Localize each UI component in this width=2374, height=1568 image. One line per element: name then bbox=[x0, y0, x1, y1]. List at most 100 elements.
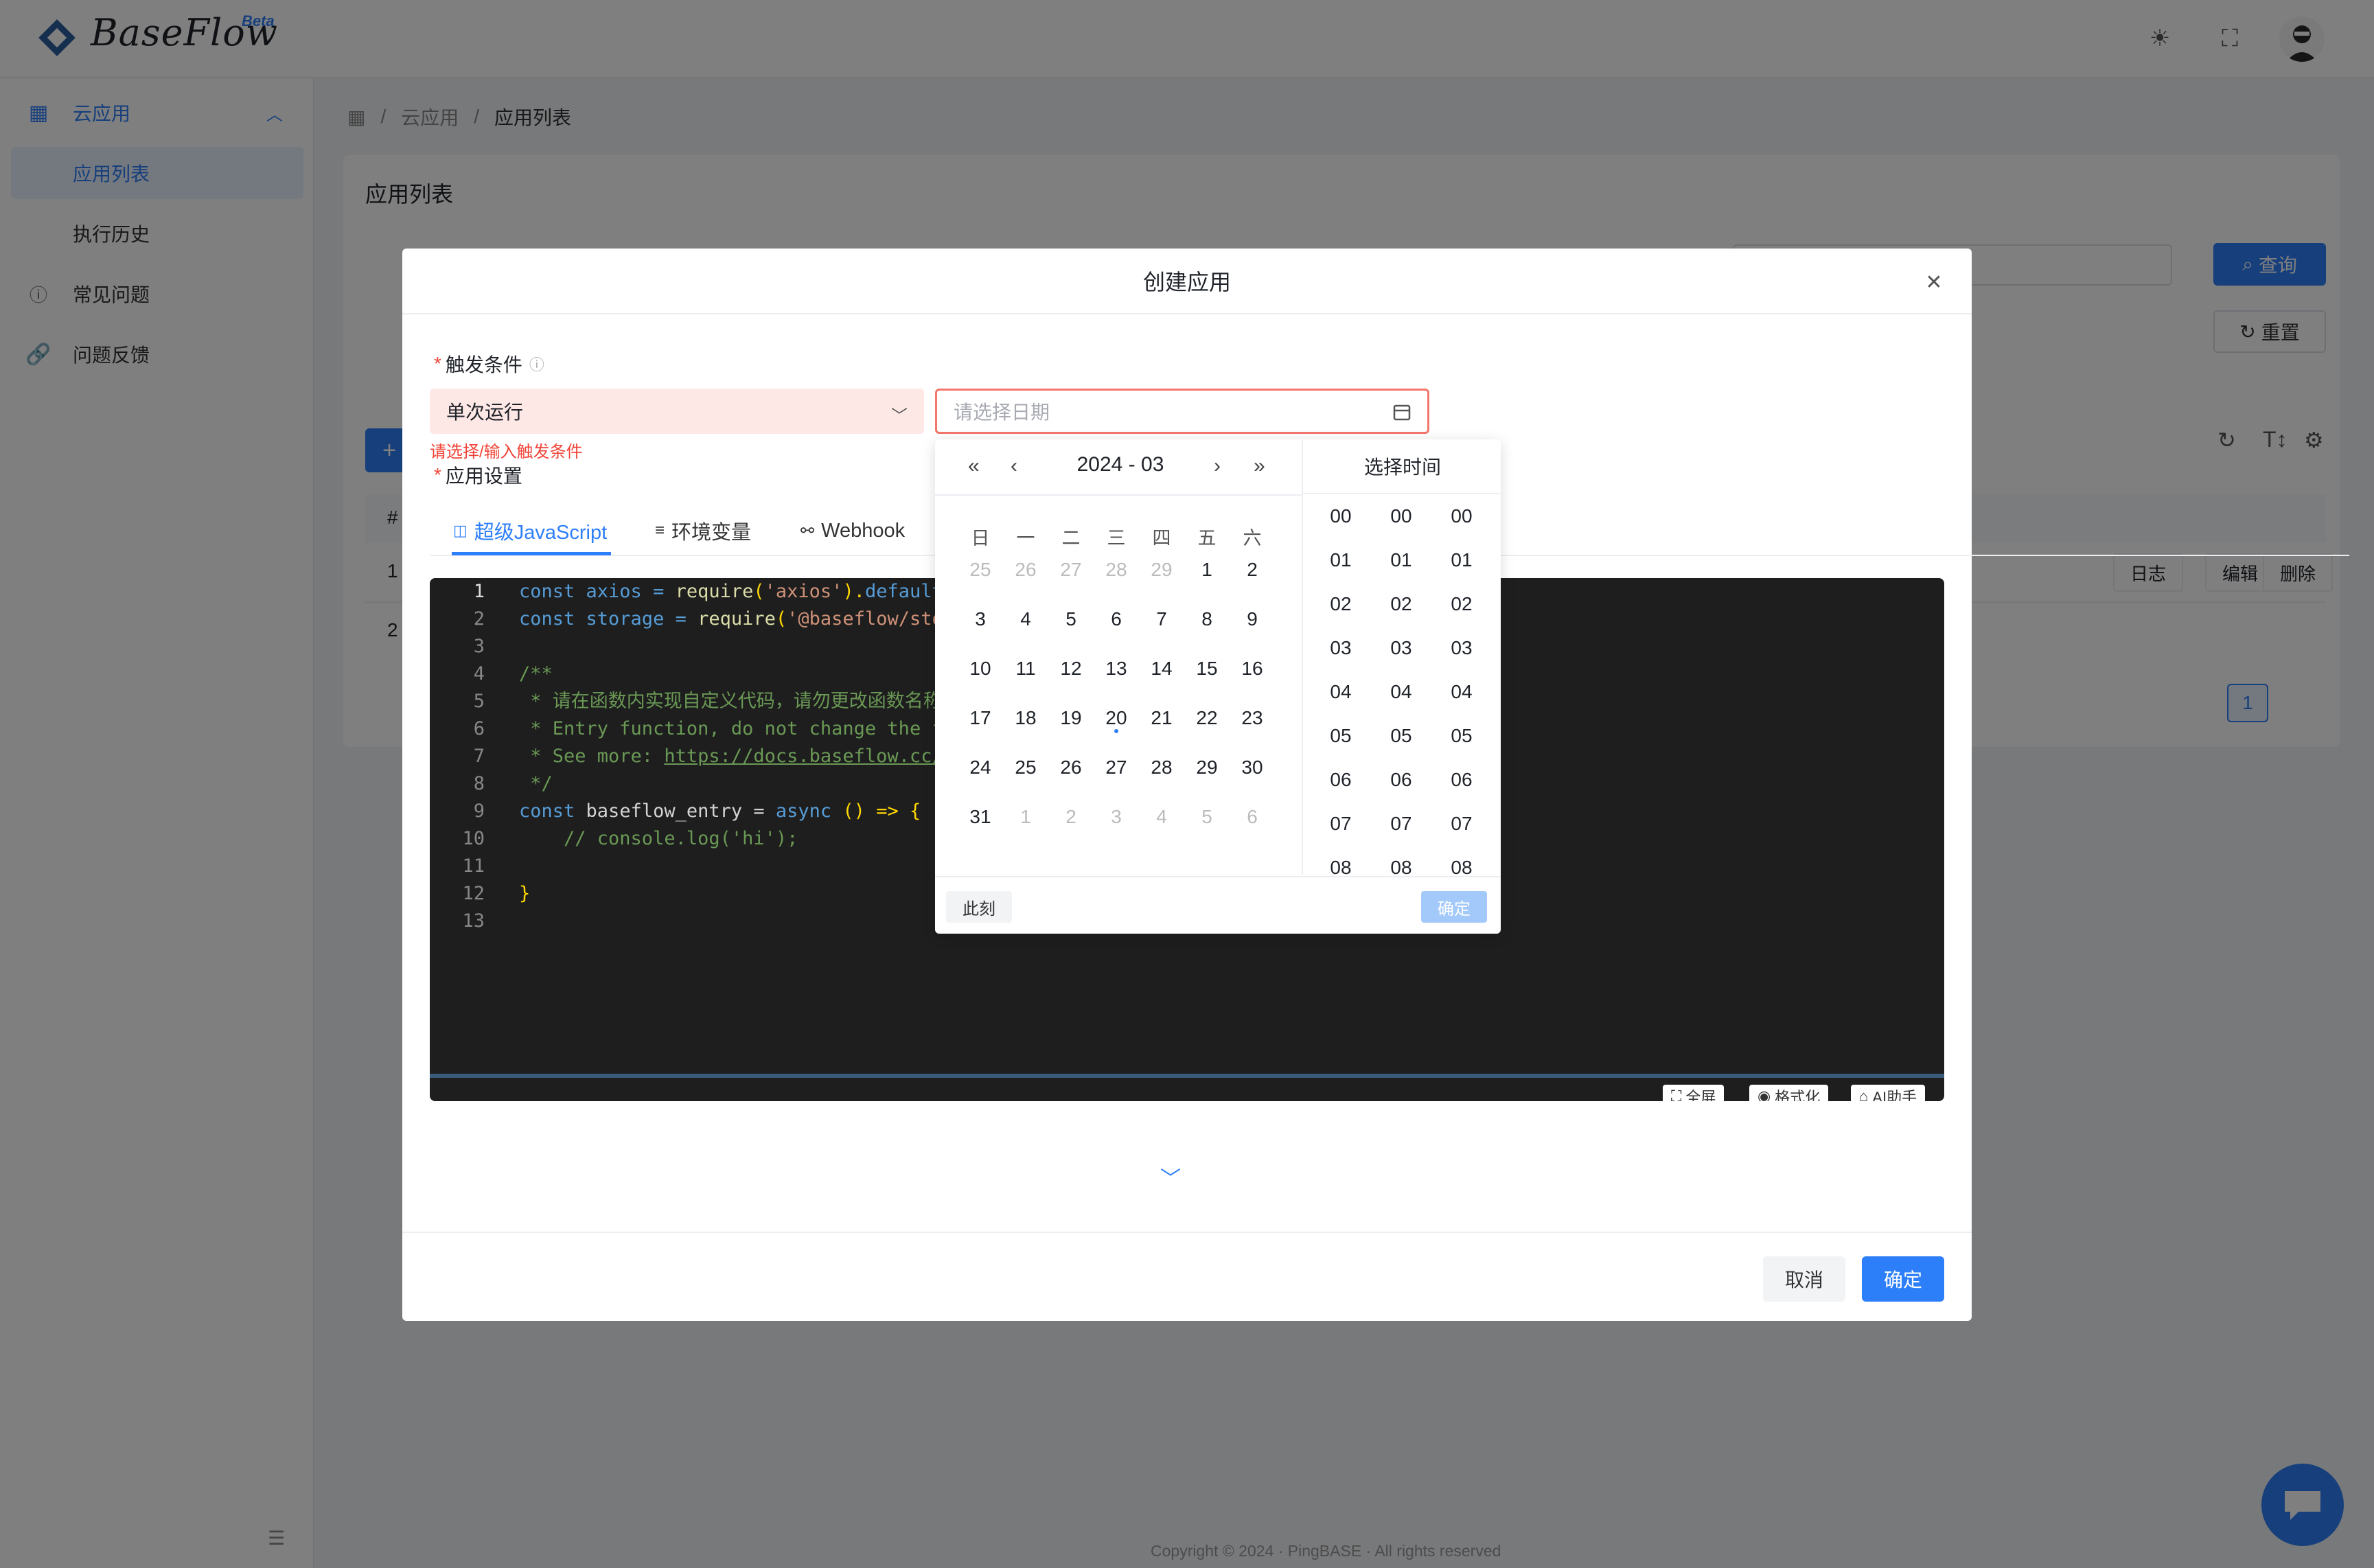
time-option-second[interactable]: 03 bbox=[1438, 637, 1486, 659]
confirm-button[interactable]: 确定 bbox=[1862, 1256, 1944, 1302]
calendar-day[interactable]: 29 bbox=[1186, 751, 1228, 784]
time-option-minute[interactable]: 07 bbox=[1377, 813, 1425, 835]
calendar-day[interactable]: 10 bbox=[960, 652, 1001, 685]
time-option-hour[interactable]: 08 bbox=[1317, 857, 1365, 875]
time-option-hour[interactable]: 00 bbox=[1317, 505, 1365, 527]
time-option-second[interactable]: 05 bbox=[1438, 725, 1486, 747]
trigger-label: * 触发条件 ⓘ bbox=[434, 353, 544, 376]
calendar-day[interactable]: 12 bbox=[1050, 652, 1092, 685]
calendar-day[interactable]: 18 bbox=[1005, 702, 1046, 735]
calendar-day[interactable]: 4 bbox=[1141, 800, 1182, 833]
calendar-day[interactable]: 6 bbox=[1096, 603, 1137, 636]
calendar-day[interactable]: 23 bbox=[1232, 702, 1273, 735]
expand-chevron-icon[interactable]: ﹀ bbox=[1160, 1162, 1181, 1192]
date-input[interactable]: 请选择日期 bbox=[935, 389, 1429, 434]
close-icon[interactable]: ✕ bbox=[1920, 268, 1948, 297]
ai-assistant-button[interactable]: ⌂ AI助手 bbox=[1851, 1085, 1926, 1101]
tab-webhook[interactable]: ⚯ Webhook bbox=[800, 508, 905, 553]
time-option-second[interactable]: 04 bbox=[1438, 681, 1486, 703]
time-option-hour[interactable]: 07 bbox=[1317, 813, 1365, 835]
calendar-title[interactable]: 2024 - 03 bbox=[1059, 453, 1182, 476]
calendar-day[interactable]: 1 bbox=[1186, 553, 1228, 586]
calendar-day[interactable]: 26 bbox=[1005, 553, 1046, 586]
calendar-day[interactable]: 27 bbox=[1050, 553, 1092, 586]
calendar-day[interactable]: 29 bbox=[1141, 553, 1182, 586]
calendar-day[interactable]: 24 bbox=[960, 751, 1001, 784]
calendar-day[interactable]: 2 bbox=[1232, 553, 1273, 586]
time-option-hour[interactable]: 01 bbox=[1317, 549, 1365, 571]
tab-env-vars[interactable]: ≡ 环境变量 bbox=[655, 508, 751, 553]
time-panel: 选择时间 00 01 02 03 04 05 06 07 08 00 01 02 03 04 05 06 07 0… bbox=[1302, 439, 1502, 875]
calendar-day[interactable]: 2 bbox=[1050, 800, 1092, 833]
calendar-day[interactable]: 27 bbox=[1096, 751, 1137, 784]
calendar-day[interactable]: 1 bbox=[1005, 800, 1046, 833]
calendar-day[interactable]: 17 bbox=[960, 702, 1001, 735]
time-option-minute[interactable]: 04 bbox=[1377, 681, 1425, 703]
time-option-hour[interactable]: 03 bbox=[1317, 637, 1365, 659]
calendar-day[interactable]: 28 bbox=[1096, 553, 1137, 586]
calendar-day[interactable]: 3 bbox=[1096, 800, 1137, 833]
time-option-hour[interactable]: 06 bbox=[1317, 769, 1365, 791]
calendar-day[interactable]: 15 bbox=[1186, 652, 1228, 685]
now-button[interactable]: 此刻 bbox=[946, 891, 1012, 923]
calendar-day[interactable]: 7 bbox=[1141, 603, 1182, 636]
calendar-day[interactable]: 25 bbox=[1005, 751, 1046, 784]
calendar-day[interactable]: 26 bbox=[1050, 751, 1092, 784]
calendar-day[interactable]: 20 bbox=[1096, 702, 1137, 735]
calendar-day[interactable]: 5 bbox=[1186, 800, 1228, 833]
prev-month-icon[interactable]: ‹ bbox=[1011, 454, 1017, 478]
next-year-icon[interactable]: » bbox=[1254, 454, 1265, 478]
calendar-day[interactable]: 16 bbox=[1232, 652, 1273, 685]
calendar-day[interactable]: 8 bbox=[1186, 603, 1228, 636]
time-option-minute[interactable]: 03 bbox=[1377, 637, 1425, 659]
footer-divider bbox=[402, 1232, 1972, 1233]
calendar-day[interactable]: 3 bbox=[960, 603, 1001, 636]
format-button[interactable]: ◉ 格式化 bbox=[1749, 1085, 1829, 1101]
calendar-day[interactable]: 4 bbox=[1005, 603, 1046, 636]
tab-javascript[interactable]: ◫ 超级JavaScript bbox=[453, 508, 607, 553]
expand-icon: ⛶ bbox=[1671, 1087, 1682, 1101]
time-option-hour[interactable]: 05 bbox=[1317, 725, 1365, 747]
time-option-minute[interactable]: 02 bbox=[1377, 593, 1425, 615]
calendar-day[interactable]: 21 bbox=[1141, 702, 1182, 735]
picker-ok-button[interactable]: 确定 bbox=[1421, 891, 1487, 923]
calendar-day[interactable]: 13 bbox=[1096, 652, 1137, 685]
app-root: BaseFlow Beta ☀ ⛶ ▦ 云应用 ︿ 应用列表 执行历史 ⓘ 常见… bbox=[0, 0, 2374, 1568]
next-month-icon[interactable]: › bbox=[1214, 454, 1221, 478]
calendar-day[interactable]: 14 bbox=[1141, 652, 1182, 685]
calendar-icon bbox=[1393, 404, 1411, 421]
time-option-second[interactable]: 06 bbox=[1438, 769, 1486, 791]
calendar-day[interactable]: 9 bbox=[1232, 603, 1273, 636]
calendar-day[interactable]: 5 bbox=[1050, 603, 1092, 636]
time-option-second[interactable]: 02 bbox=[1438, 593, 1486, 615]
time-option-minute[interactable]: 08 bbox=[1377, 857, 1425, 875]
time-option-second[interactable]: 01 bbox=[1438, 549, 1486, 571]
time-option-minute[interactable]: 05 bbox=[1377, 725, 1425, 747]
calendar-day[interactable]: 19 bbox=[1050, 702, 1092, 735]
time-option-minute[interactable]: 01 bbox=[1377, 549, 1425, 571]
time-option-hour[interactable]: 02 bbox=[1317, 593, 1365, 615]
weekday-label: 一 bbox=[1016, 528, 1035, 549]
time-option-minute[interactable]: 06 bbox=[1377, 769, 1425, 791]
calendar-day[interactable]: 25 bbox=[960, 553, 1001, 586]
calendar-day[interactable]: 6 bbox=[1232, 800, 1273, 833]
cancel-button[interactable]: 取消 bbox=[1763, 1256, 1845, 1302]
editor-status-bar bbox=[430, 1074, 1944, 1078]
webhook-icon: ⚯ bbox=[800, 521, 815, 540]
time-option-second[interactable]: 08 bbox=[1438, 857, 1486, 875]
trigger-select[interactable]: 单次运行 ﹀ bbox=[430, 389, 924, 434]
calendar-divider bbox=[935, 494, 1302, 496]
prev-year-icon[interactable]: « bbox=[968, 454, 980, 478]
weekday-label: 二 bbox=[1061, 528, 1081, 549]
calendar-day[interactable]: 31 bbox=[960, 800, 1001, 833]
calendar-day[interactable]: 30 bbox=[1232, 751, 1273, 784]
time-option-second[interactable]: 07 bbox=[1438, 813, 1486, 835]
time-option-second[interactable]: 00 bbox=[1438, 505, 1486, 527]
time-option-minute[interactable]: 00 bbox=[1377, 505, 1425, 527]
calendar-day[interactable]: 11 bbox=[1005, 652, 1046, 685]
calendar-day[interactable]: 28 bbox=[1141, 751, 1182, 784]
calendar-day[interactable]: 22 bbox=[1186, 702, 1228, 735]
fullscreen-button[interactable]: ⛶ 全屏 bbox=[1663, 1085, 1725, 1101]
help-icon[interactable]: ⓘ bbox=[529, 353, 544, 375]
time-option-hour[interactable]: 04 bbox=[1317, 681, 1365, 703]
